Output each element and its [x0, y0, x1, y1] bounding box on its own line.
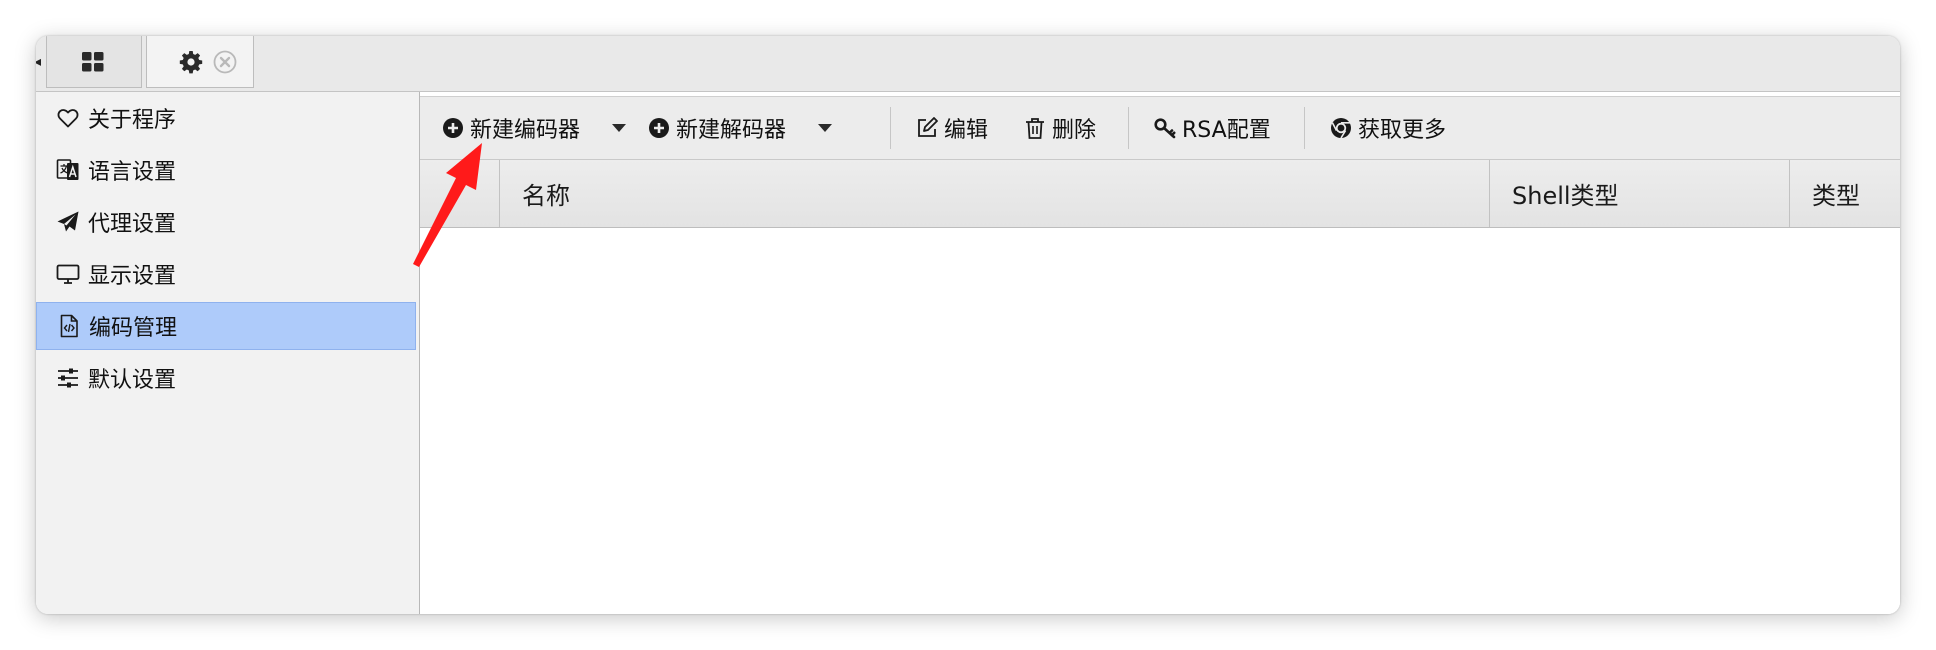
delete-button[interactable]: 删除 [1024, 111, 1096, 145]
encoder-toolbar: 新建编码器 新建解码器 编辑 删除 RSA配置 获取更多 [420, 96, 1900, 160]
gear-icon [179, 51, 203, 74]
tab-bar: ◂ [36, 36, 1900, 92]
column-header-name[interactable]: 名称 [500, 160, 1490, 227]
get-more-button[interactable]: 获取更多 [1330, 111, 1446, 145]
toolbar-separator [1304, 107, 1305, 149]
key-icon [1154, 118, 1176, 139]
trash-icon [1026, 118, 1044, 139]
translate-icon [56, 159, 79, 180]
close-icon[interactable] [213, 50, 237, 74]
column-header-shell-type[interactable]: Shell类型 [1490, 160, 1790, 227]
tab-scroll-left-icon[interactable]: ◂ [36, 54, 42, 70]
column-header-name-label: 名称 [522, 182, 570, 210]
sliders-icon [58, 368, 78, 388]
sidebar-item-label: 默认设置 [88, 368, 177, 393]
code-file-icon [60, 314, 78, 338]
sidebar-item-language[interactable]: 语言设置 [36, 146, 416, 194]
sidebar-item-display[interactable]: 显示设置 [36, 250, 416, 298]
sidebar-item-label: 编码管理 [89, 316, 178, 341]
sidebar-item-label: 关于程序 [88, 108, 177, 133]
sidebar-item-encoder-management[interactable]: 编码管理 [36, 302, 416, 350]
column-header-type-label: 类型 [1812, 182, 1860, 210]
new-decoder-dropdown-icon[interactable] [818, 123, 832, 133]
get-more-label: 获取更多 [1358, 118, 1447, 143]
column-header-index[interactable] [420, 160, 500, 227]
sidebar-item-about[interactable]: 关于程序 [36, 94, 416, 142]
toolbar-separator [1128, 107, 1129, 149]
toolbar-separator [890, 107, 891, 149]
new-encoder-button[interactable]: 新建编码器 [442, 111, 580, 145]
delete-label: 删除 [1052, 118, 1097, 143]
edit-icon [918, 117, 938, 137]
chrome-icon [1331, 118, 1351, 139]
new-decoder-label: 新建解码器 [676, 118, 787, 143]
tab-home[interactable] [46, 36, 142, 88]
new-encoder-dropdown-icon[interactable] [612, 123, 626, 133]
column-header-shell-type-label: Shell类型 [1512, 182, 1619, 210]
edit-label: 编辑 [944, 118, 989, 143]
encoder-table-header: 名称 Shell类型 类型 [420, 160, 1900, 228]
sidebar-item-label: 显示设置 [88, 264, 177, 289]
plus-circle-icon [443, 118, 463, 138]
tab-settings[interactable] [146, 36, 254, 88]
app-window: ◂ 关于程序 语言设置 代理设置 显示设置 编码管理 默认设置 新建编码器 新建… [36, 36, 1900, 614]
sidebar-item-proxy[interactable]: 代理设置 [36, 198, 416, 246]
heart-icon [57, 109, 79, 128]
paper-plane-icon [57, 211, 79, 232]
sidebar-item-defaults[interactable]: 默认设置 [36, 354, 416, 402]
monitor-icon [56, 264, 80, 284]
encoder-panel: 新建编码器 新建解码器 编辑 删除 RSA配置 获取更多 名称 Shell类型 … [420, 92, 1900, 614]
grid-icon [82, 52, 104, 72]
encoder-table-body[interactable] [420, 228, 1900, 614]
edit-button[interactable]: 编辑 [916, 111, 988, 145]
new-encoder-label: 新建编码器 [470, 118, 581, 143]
column-header-type[interactable]: 类型 [1790, 160, 1900, 227]
settings-sidebar: 关于程序 语言设置 代理设置 显示设置 编码管理 默认设置 [36, 92, 420, 614]
sidebar-item-label: 语言设置 [88, 160, 177, 185]
plus-circle-icon [649, 118, 669, 138]
rsa-config-label: RSA配置 [1182, 118, 1271, 143]
sidebar-item-label: 代理设置 [88, 212, 177, 237]
rsa-config-button[interactable]: RSA配置 [1154, 111, 1271, 145]
new-decoder-button[interactable]: 新建解码器 [648, 111, 786, 145]
